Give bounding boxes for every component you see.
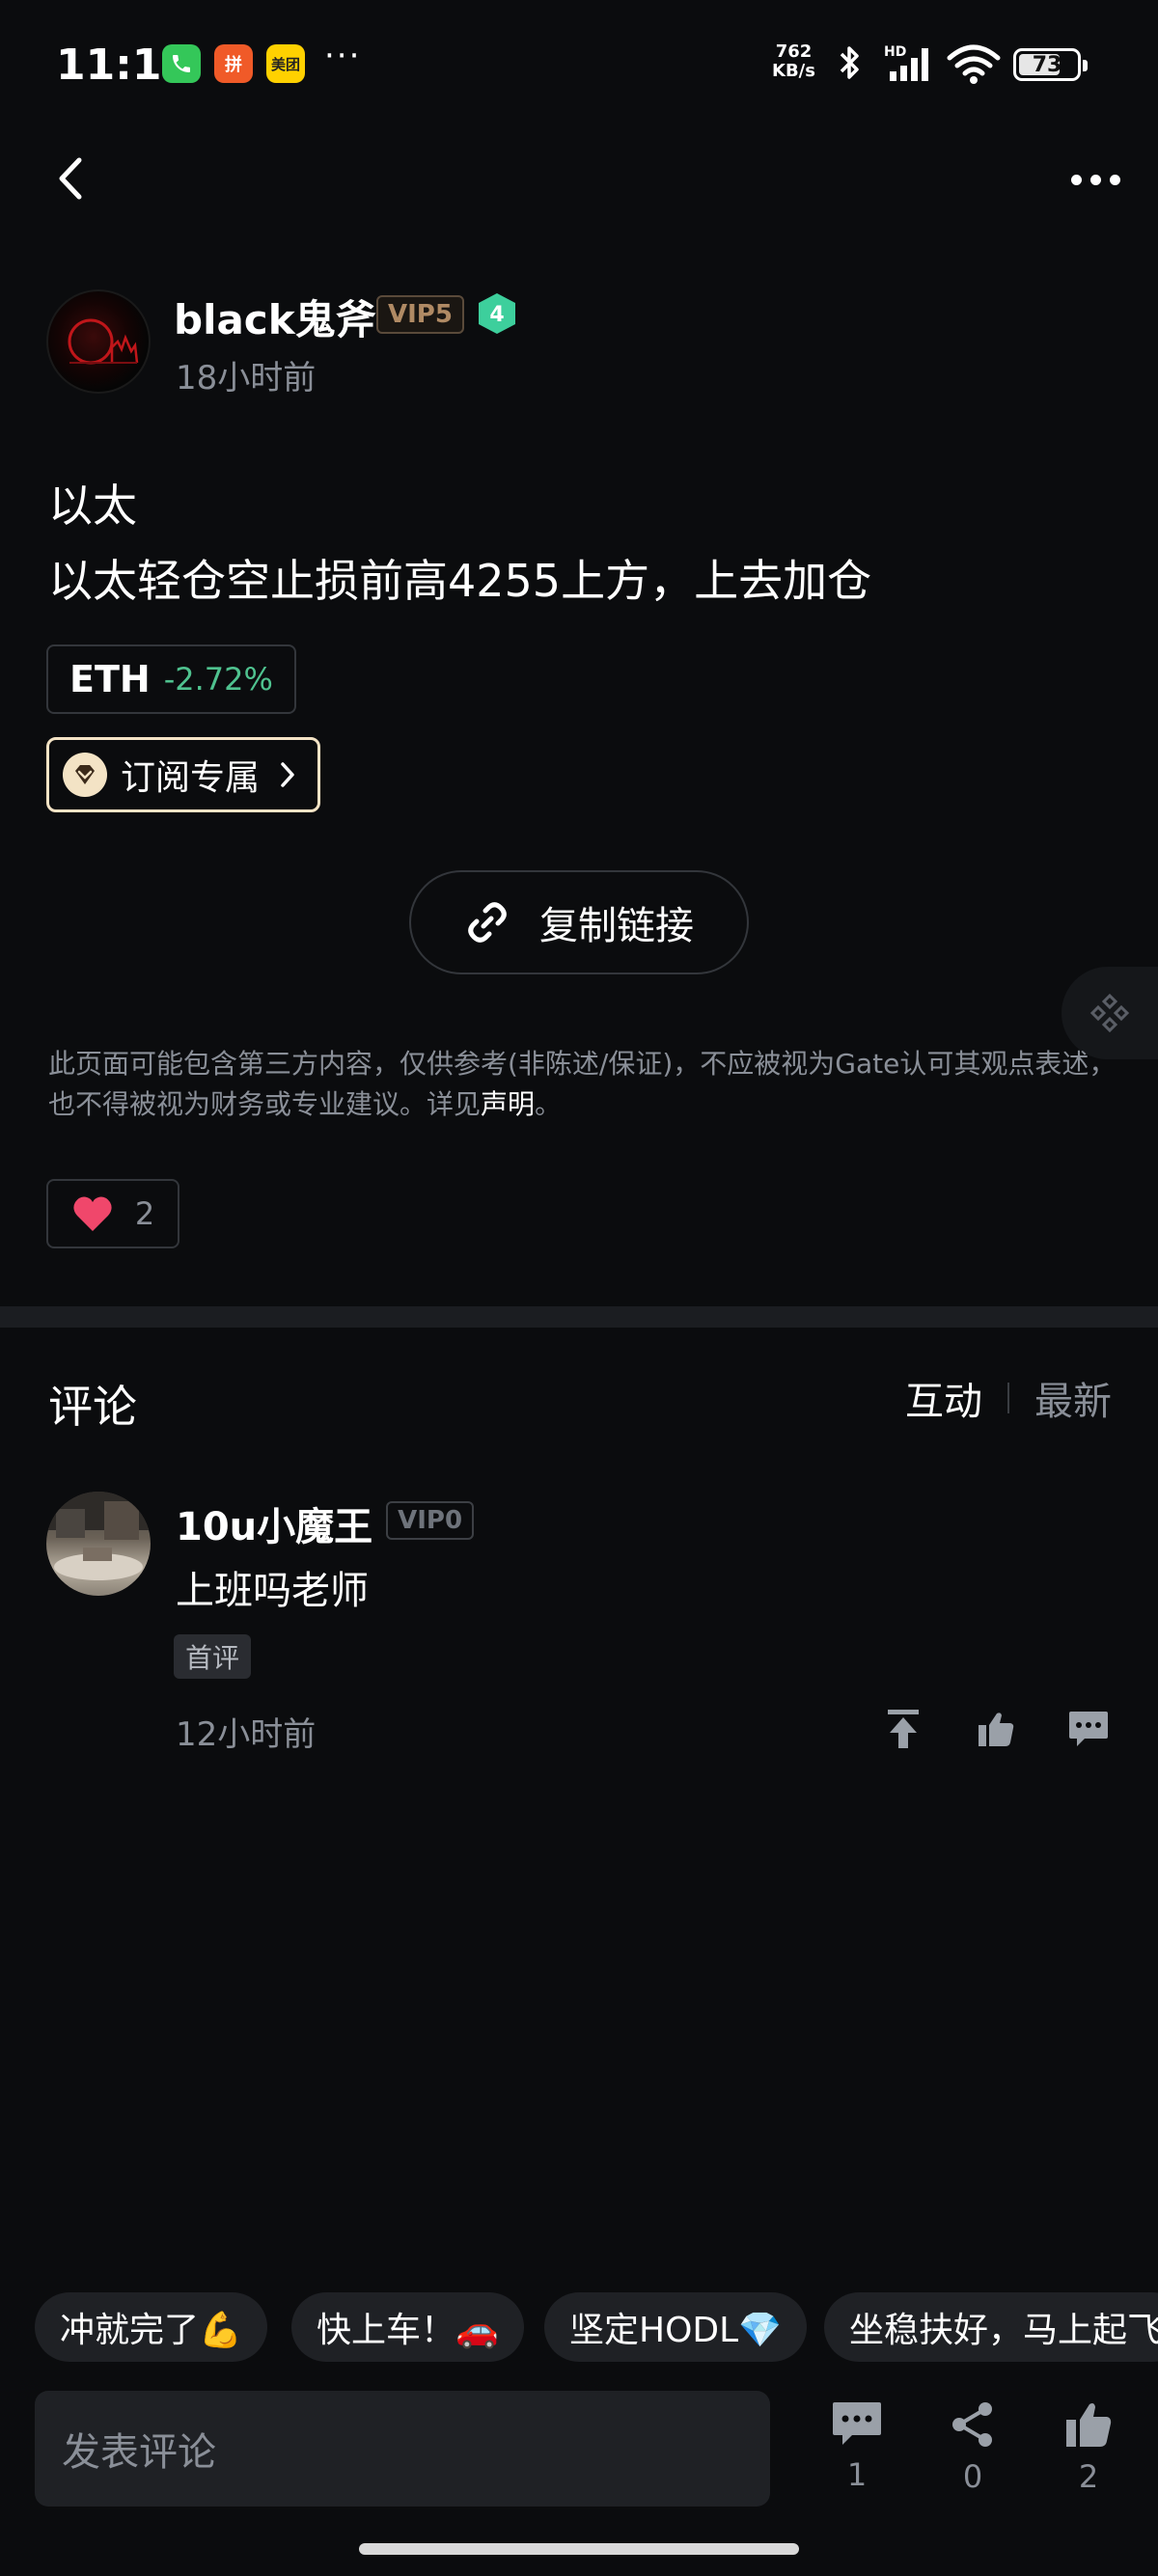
- author-name[interactable]: black鬼斧: [174, 288, 376, 346]
- avatar-photo: [46, 1492, 151, 1580]
- coin-tag-eth[interactable]: ETH -2.72%: [46, 644, 296, 714]
- disclaimer: 此页面可能包含第三方内容，仅供参考(非陈述/保证)，不应被视为Gate认可其观点…: [48, 1044, 1119, 1125]
- pin-comment-button[interactable]: [880, 1706, 926, 1752]
- thumbs-up-icon: [1066, 2403, 1112, 2447]
- tab-latest[interactable]: 最新: [1034, 1370, 1112, 1426]
- disclaimer-end: 。: [535, 1088, 563, 1120]
- quick-reply-chip[interactable]: 冲就完了💪: [35, 2292, 267, 2362]
- back-button[interactable]: [46, 154, 95, 203]
- chevron-right-icon: [281, 762, 294, 787]
- coin-change: -2.72%: [163, 661, 273, 698]
- more-options-button[interactable]: [1062, 160, 1129, 199]
- coin-symbol: ETH: [69, 658, 151, 700]
- status-bar: 11:16 拼 美团 ··· 762 KB/s HD 73: [0, 0, 1158, 135]
- comment-text: 上班吗老师: [176, 1569, 369, 1613]
- section-divider: [0, 1306, 1158, 1328]
- commenter-name[interactable]: 10u小魔王: [176, 1495, 372, 1551]
- meituan-app-label: 美团: [270, 55, 300, 73]
- net-speed-unit: KB/s: [772, 61, 815, 81]
- comment-time: 12小时前: [176, 1715, 317, 1754]
- quick-reply-chip[interactable]: 坚定HODL💎: [544, 2292, 808, 2362]
- bottom-comment-count: 1: [846, 2456, 868, 2493]
- battery-icon: 73: [1013, 48, 1088, 81]
- pinduoduo-app-label: 拼: [225, 55, 242, 75]
- wifi-icon: [947, 44, 1001, 84]
- tab-interactive[interactable]: 互动: [905, 1370, 982, 1426]
- chat-bubble-icon: [1069, 1712, 1108, 1746]
- subscribe-label: 订阅专属: [121, 758, 261, 798]
- signal-icon: [890, 48, 928, 81]
- more-dot-icon: [1089, 174, 1101, 185]
- level-number: 4: [489, 303, 504, 327]
- comments-title: 评论: [48, 1381, 137, 1433]
- more-dot-icon: [1070, 174, 1082, 185]
- chevron-left-icon: [59, 157, 82, 200]
- copy-link-button[interactable]: 复制链接: [409, 870, 749, 974]
- battery-percent: 73: [1032, 52, 1062, 77]
- first-comment-badge: 首评: [174, 1634, 252, 1679]
- share-icon: [952, 2402, 992, 2447]
- home-indicator[interactable]: [359, 2543, 799, 2555]
- post-body: 以太轻仓空止损前高4255上方，上去加仓: [48, 555, 872, 607]
- post-like-count: 2: [134, 1195, 155, 1232]
- post-title: 以太: [48, 480, 137, 532]
- chat-bubble-icon: [833, 2402, 881, 2445]
- diamond-icon: [63, 753, 107, 797]
- quick-reply-chip[interactable]: 快上车！🚗: [291, 2292, 524, 2362]
- pin-top-icon: [888, 1710, 919, 1748]
- quick-reply-row: 冲就完了💪 快上车！🚗 坚定HODL💎 坐稳扶好，马上起飞: [0, 2292, 1158, 2364]
- reply-comment-button[interactable]: [1065, 1706, 1112, 1752]
- bottom-like-count: 2: [1078, 2458, 1099, 2495]
- binance-style-icon: [1089, 993, 1130, 1033]
- phone-app-icon: [162, 44, 201, 83]
- bottom-comment-button[interactable]: 1: [818, 2400, 896, 2493]
- heart-icon: [73, 1196, 112, 1231]
- avatar-graphic: [68, 318, 139, 365]
- comment-sort-tabs: 互动 最新: [905, 1370, 1112, 1426]
- bottom-share-count: 0: [962, 2458, 983, 2495]
- comment-input[interactable]: 发表评论: [35, 2391, 770, 2507]
- comment-like-button[interactable]: [973, 1706, 1019, 1752]
- commenter-vip-badge: VIP0: [386, 1501, 475, 1540]
- thumbs-up-icon: [979, 1713, 1014, 1746]
- quick-reply-chip[interactable]: 坐稳扶好，马上起飞: [824, 2292, 1158, 2362]
- pinduoduo-app-icon: 拼: [214, 44, 253, 83]
- copy-link-label: 复制链接: [539, 904, 694, 948]
- meituan-app-icon: 美团: [266, 44, 305, 83]
- post-time: 18小时前: [176, 359, 317, 397]
- disclaimer-link[interactable]: 声明: [481, 1088, 535, 1120]
- author-vip-badge: VIP5: [376, 295, 464, 334]
- bottom-share-button[interactable]: 0: [934, 2400, 1011, 2495]
- disclaimer-text: 此页面可能包含第三方内容，仅供参考(非陈述/保证)，不应被视为Gate认可其观点…: [48, 1048, 1117, 1120]
- tab-separator: [1007, 1383, 1009, 1413]
- bluetooth-icon: [840, 46, 859, 79]
- level-badge-icon: 4: [479, 293, 515, 334]
- subscribe-exclusive-button[interactable]: 订阅专属: [46, 737, 320, 812]
- more-dot-icon: [1109, 174, 1120, 185]
- commenter-avatar[interactable]: [46, 1492, 151, 1596]
- net-speed: 762 KB/s: [772, 42, 815, 81]
- bottom-like-button[interactable]: 2: [1050, 2400, 1127, 2495]
- net-speed-value: 762: [775, 41, 813, 62]
- author-avatar[interactable]: [46, 289, 151, 394]
- battery-tip: [1083, 60, 1088, 71]
- link-icon: [468, 902, 507, 943]
- post-like-button[interactable]: 2: [46, 1179, 179, 1248]
- notification-more: ···: [324, 37, 362, 75]
